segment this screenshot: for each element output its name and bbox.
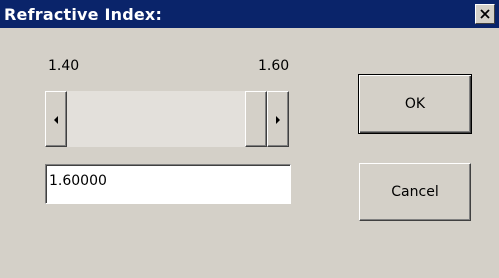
ok-button[interactable]: OK <box>358 74 472 134</box>
close-button[interactable] <box>475 4 495 24</box>
slider-max-label: 1.60 <box>258 58 290 74</box>
scroll-left-button[interactable] <box>45 91 67 147</box>
scroll-right-button[interactable] <box>267 91 289 147</box>
slider-thumb[interactable] <box>245 91 267 147</box>
arrow-left-icon <box>54 116 58 124</box>
slider-min-label: 1.40 <box>48 58 80 74</box>
dialog-title: Refractive Index: <box>4 5 163 24</box>
refractive-index-dialog: Refractive Index: 1.40 1.60 1.60000 OK C… <box>0 0 499 278</box>
refractive-index-slider[interactable] <box>45 91 289 147</box>
refractive-index-input[interactable]: 1.60000 <box>45 164 291 204</box>
slider-track[interactable] <box>67 91 245 147</box>
cancel-button[interactable]: Cancel <box>359 163 471 221</box>
title-bar[interactable]: Refractive Index: <box>0 0 499 28</box>
close-icon <box>480 9 490 19</box>
arrow-right-icon <box>276 116 280 124</box>
